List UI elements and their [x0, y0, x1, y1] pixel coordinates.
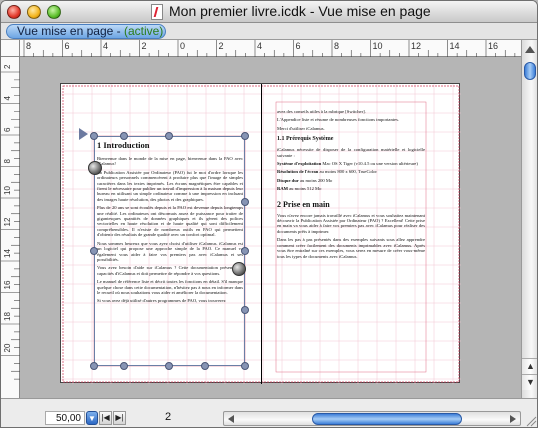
- paragraph: Dans les pas à pas présentés dans des ex…: [277, 237, 425, 259]
- requirement-value: au moins 200 Mo: [298, 177, 333, 183]
- requirement-value: au moins 512 Mo: [287, 186, 322, 192]
- requirement-item: Résolution de l'écran au moins 800 x 600…: [277, 169, 425, 174]
- resize-handle-bottom-inner[interactable]: [120, 362, 128, 370]
- requirement-label: Résolution de l'écran: [277, 169, 319, 175]
- ruler-label: 20: [3, 343, 12, 352]
- paragraph: avez des conseils utiles à la rubrique […: [277, 109, 366, 114]
- section-heading: 1.1 Prérequis Système: [277, 136, 334, 143]
- text-flow-out-port[interactable]: [232, 262, 246, 276]
- tab-state: (active): [123, 24, 164, 38]
- ruler-label: 8: [334, 41, 339, 51]
- zoom-field[interactable]: 50,00 %: [45, 411, 85, 425]
- status-bar: 50,00 % ▼ |◀ ▶| 2: [1, 398, 537, 427]
- resize-handle-top[interactable]: [165, 132, 173, 140]
- page-number[interactable]: 2: [165, 411, 171, 423]
- tab-layout-view[interactable]: Vue mise en page - (active): [6, 24, 166, 39]
- ruler-label: 4: [257, 41, 262, 51]
- right-text-frame[interactable]: avez des conseils utiles à la rubrique […: [277, 109, 425, 371]
- first-page-button[interactable]: |◀: [99, 411, 112, 425]
- resize-handle-top-left[interactable]: [90, 132, 98, 140]
- ruler-label: 0: [180, 41, 185, 51]
- resize-handle-left[interactable]: [90, 247, 98, 255]
- resize-handle-bottom-inner-right[interactable]: [201, 362, 209, 370]
- text-flow-in-port[interactable]: [88, 161, 102, 175]
- window-title: Mon premier livre.icdk - Vue mise en pag…: [169, 3, 431, 19]
- ruler-corner[interactable]: [1, 40, 20, 57]
- ruler-label: 2: [142, 41, 147, 51]
- resize-handle-top-right[interactable]: [241, 132, 249, 140]
- resize-handle-right-lower[interactable]: [241, 306, 249, 314]
- ruler-label: 6: [65, 41, 70, 51]
- requirement-item: RAM au moins 512 Mo: [277, 186, 425, 191]
- ruler-label: 18: [3, 312, 12, 321]
- resize-handle-bottom[interactable]: [165, 362, 173, 370]
- ruler-label: 2: [3, 64, 12, 69]
- ruler-label: 8: [3, 159, 12, 164]
- ruler-label: 4: [103, 41, 108, 51]
- document-icon[interactable]: [151, 4, 163, 20]
- requirement-value: au moins 800 x 600, TrueColor: [318, 169, 377, 175]
- close-button[interactable]: [7, 5, 21, 19]
- scroll-right-arrow-icon[interactable]: [510, 415, 516, 423]
- vertical-scroll-thumb[interactable]: [524, 62, 536, 80]
- paragraph: Vous n'avez encore jamais travaillé avec…: [277, 212, 425, 234]
- requirement-value: Mac OS X Tiger (v10.4.5 ou une version u…: [321, 161, 418, 167]
- ruler-label: 6: [3, 127, 12, 132]
- ruler-label: 10: [373, 41, 383, 51]
- ruler-label: 14: [3, 249, 12, 258]
- page-spread[interactable]: 1 Introduction Bienvenue dans le monde d…: [60, 83, 461, 384]
- paragraph: Merci d'utiliser iCalamus.: [277, 125, 325, 131]
- scroll-down-button[interactable]: ▼: [522, 374, 537, 390]
- ruler-label: 10: [3, 186, 12, 195]
- last-page-button[interactable]: ▶|: [113, 411, 126, 425]
- vertical-scrollbar[interactable]: ▲ ▼: [521, 40, 537, 398]
- requirement-label: Disque dur: [277, 177, 299, 183]
- document-window: Mon premier livre.icdk - Vue mise en pag…: [0, 0, 538, 428]
- ruler-label: 16: [3, 280, 12, 289]
- tab-label: Vue mise en page -: [17, 24, 124, 38]
- paragraph: L'Appendice liste et résume de nombreuse…: [277, 117, 400, 123]
- layout-canvas[interactable]: 1 Introduction Bienvenue dans le monde d…: [20, 57, 521, 398]
- requirement-label: RAM: [277, 186, 288, 192]
- page-divider: [261, 84, 262, 384]
- view-tab-strip: Vue mise en page - (active): [1, 23, 537, 40]
- scroll-top-arrow-icon[interactable]: [525, 46, 535, 53]
- text-flow-start-arrow: [79, 128, 88, 140]
- horizontal-ruler[interactable]: 8 6 4 2 0 2 4 6 8 10 12 14 16: [20, 40, 521, 57]
- resize-grip-icon[interactable]: [525, 415, 537, 427]
- minimize-button[interactable]: [27, 5, 41, 19]
- resize-handle-bottom-left[interactable]: [90, 362, 98, 370]
- frame-selection-box[interactable]: [94, 136, 245, 366]
- ruler-label: 12: [3, 217, 12, 226]
- vertical-ruler[interactable]: 2 4 6 8 10 12 14 16 18 20: [1, 57, 20, 398]
- horizontal-ruler-ticks: 8 6 4 2 0 2 4 6 8 10 12 14 16: [23, 40, 516, 57]
- zoom-button[interactable]: [47, 5, 61, 19]
- ruler-label: 2: [219, 41, 224, 51]
- resize-handle-bottom-right[interactable]: [241, 362, 249, 370]
- requirement-label: Système d'exploitation: [277, 161, 322, 167]
- zoom-dropdown-button[interactable]: ▼: [86, 411, 98, 425]
- title-bar[interactable]: Mon premier livre.icdk - Vue mise en pag…: [1, 1, 537, 23]
- resize-handle-top-inner[interactable]: [120, 132, 128, 140]
- scroll-up-button[interactable]: ▲: [522, 358, 537, 374]
- horizontal-scrollbar[interactable]: [223, 411, 521, 426]
- ruler-label: 4: [3, 96, 12, 101]
- resize-handle-right-inner[interactable]: [241, 198, 249, 206]
- ruler-label: 8: [26, 41, 31, 51]
- paragraph: iCalamus nécessite de disposer de la con…: [277, 147, 425, 158]
- resize-handle-right[interactable]: [241, 247, 249, 255]
- ruler-label: 6: [296, 41, 301, 51]
- scroll-left-arrow-icon[interactable]: [228, 415, 234, 423]
- chapter-heading: 2 Prise en main: [277, 199, 330, 209]
- ruler-label: 12: [411, 41, 421, 51]
- horizontal-scroll-thumb[interactable]: [312, 413, 462, 425]
- requirement-item: Disque dur au moins 200 Mo: [277, 178, 425, 183]
- requirement-item: Système d'exploitation Mac OS X Tiger (v…: [277, 161, 425, 166]
- ruler-label: 16: [488, 41, 498, 51]
- ruler-label: 14: [450, 41, 460, 51]
- vertical-ruler-ticks: 2 4 6 8 10 12 14 16 18 20: [1, 64, 20, 380]
